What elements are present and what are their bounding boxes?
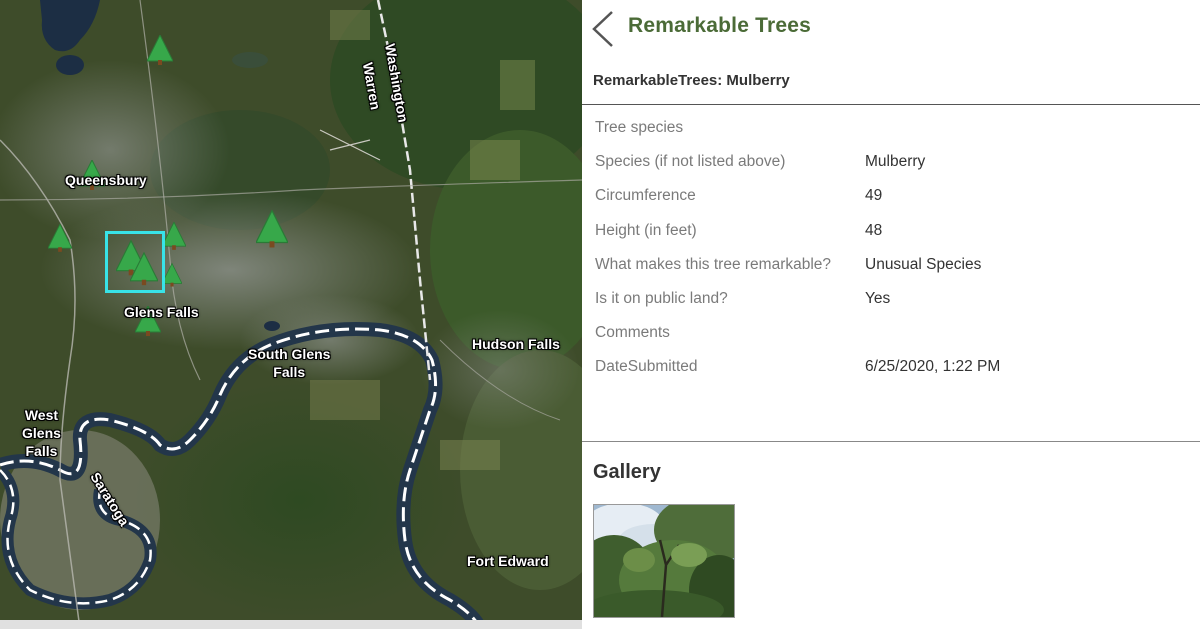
map-label-queensbury: Queensbury [65, 172, 147, 188]
chevron-left-icon[interactable] [586, 8, 620, 50]
map-label-glens-falls: Glens Falls [124, 304, 199, 320]
attribute-label: Tree species [595, 119, 684, 136]
attribute-row: Species (if not listed above) Mulberry [595, 150, 1195, 184]
tree-marker-icon[interactable] [162, 222, 186, 250]
attribute-value: Unusual Species [865, 255, 982, 273]
map-label-hudson-falls: Hudson Falls [472, 336, 560, 352]
attribute-row: What makes this tree remarkable? Unusual… [595, 253, 1195, 287]
attribute-value: Mulberry [865, 153, 926, 171]
attribute-row: Circumference 49 [595, 184, 1195, 218]
map-label-south-glens-falls: South Glens Falls [248, 346, 331, 380]
tree-marker-icon[interactable] [48, 224, 72, 252]
attribute-label: What makes this tree remarkable? [595, 255, 832, 273]
attribute-row: Is it on public land? Yes [595, 287, 1195, 321]
tree-marker-icon[interactable] [162, 262, 182, 288]
panel-header: Remarkable Trees [582, 0, 1200, 56]
map-view[interactable]: Queensbury Glens Falls South Glens Falls… [0, 0, 582, 629]
attribute-label: DateSubmitted [595, 358, 698, 376]
attribute-row: DateSubmitted 6/25/2020, 1:22 PM [595, 355, 1195, 389]
attribute-value: 48 [865, 221, 883, 239]
tree-marker-icon[interactable] [147, 35, 173, 65]
feature-details-panel: Remarkable Trees RemarkableTrees: Mulber… [582, 0, 1200, 629]
attribute-label: Is it on public land? [595, 289, 728, 307]
attribute-value: Yes [865, 289, 891, 307]
selected-feature-highlight [105, 231, 165, 293]
attribute-row: Comments [595, 321, 1195, 355]
attribute-label: Height (in feet) [595, 221, 697, 239]
panel-title: Remarkable Trees [628, 14, 811, 37]
attribute-value: 6/25/2020, 1:22 PM [865, 358, 1001, 376]
map-label-west-glens-falls: West Glens Falls [22, 407, 61, 459]
divider [582, 104, 1200, 105]
attribute-label: Comments [595, 324, 670, 342]
gallery-thumbnail[interactable] [593, 504, 735, 618]
tree-marker-icon[interactable] [256, 210, 288, 248]
divider [582, 441, 1200, 442]
attribute-table: Tree species Species (if not listed abov… [595, 116, 1195, 390]
attribute-label: Species (if not listed above) [595, 153, 786, 171]
tree-photo-image [594, 505, 734, 617]
attribute-label: Circumference [595, 187, 696, 205]
attribute-value: 49 [865, 187, 883, 205]
feature-subtitle: RemarkableTrees: Mulberry [593, 72, 790, 89]
attribute-row: Height (in feet) 48 [595, 219, 1195, 253]
satellite-imagery [0, 0, 582, 629]
attribute-row: Tree species [595, 116, 1195, 150]
map-label-fort-edward: Fort Edward [467, 553, 549, 569]
gallery-title: Gallery [593, 461, 661, 483]
